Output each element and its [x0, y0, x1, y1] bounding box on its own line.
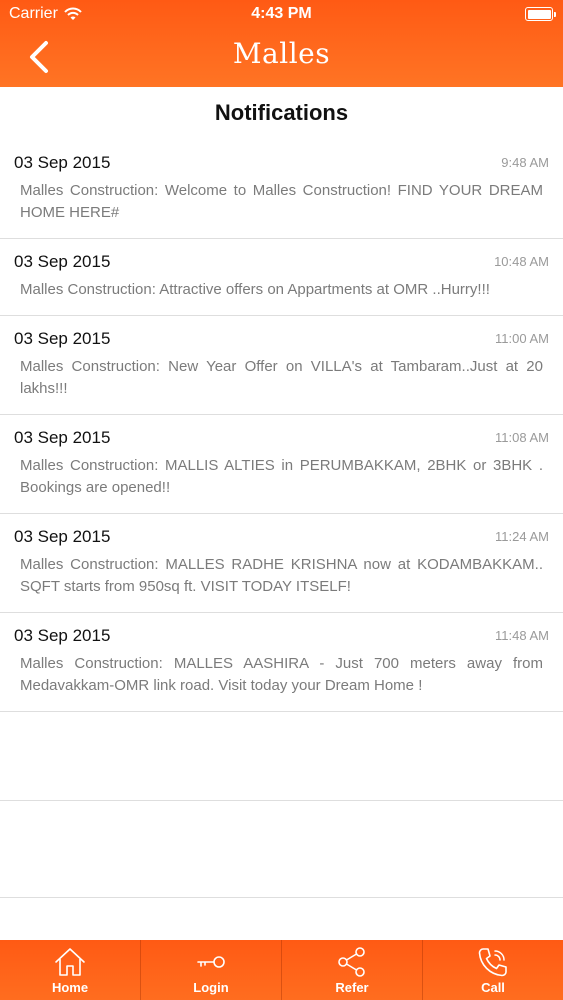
bottom-tab-bar: Home Login Refer Call: [0, 940, 563, 1000]
notification-message: Malles Construction: MALLIS ALTIES in PE…: [20, 457, 543, 496]
notification-time: 11:08 AM: [495, 430, 549, 445]
key-icon: [197, 956, 225, 968]
empty-row-divider: [0, 800, 563, 801]
tab-call[interactable]: Call: [422, 940, 563, 1000]
notification-date: 03 Sep 2015: [14, 527, 111, 546]
notification-date: 03 Sep 2015: [14, 626, 111, 645]
notification-message: Malles Construction: MALLES RADHE KRISHN…: [20, 556, 543, 595]
notification-message: Malles Construction: Welcome to Malles C…: [20, 182, 543, 221]
top-bar: Carrier 4:43 PM Malles: [0, 0, 563, 87]
tab-refer-label: Refer: [335, 980, 369, 995]
nav-title: Malles: [232, 37, 331, 70]
tab-home-label: Home: [51, 980, 89, 995]
notification-item[interactable]: 03 Sep 2015 11:48 AM Malles Construction…: [0, 613, 563, 712]
tab-call-label: Call: [481, 980, 505, 995]
notification-item[interactable]: 03 Sep 2015 11:08 AM Malles Construction…: [0, 415, 563, 514]
share-icon: [338, 947, 365, 977]
battery-icon: [525, 7, 556, 21]
notification-time: 11:48 AM: [495, 628, 549, 643]
tab-home[interactable]: Home: [0, 940, 140, 1000]
tab-login[interactable]: Login: [140, 940, 281, 1000]
notification-date: 03 Sep 2015: [14, 428, 111, 447]
notification-item[interactable]: 03 Sep 2015 9:48 AM Malles Construction:…: [0, 140, 563, 239]
status-bar: Carrier 4:43 PM: [0, 0, 563, 28]
notification-item[interactable]: 03 Sep 2015 11:24 AM Malles Construction…: [0, 514, 563, 613]
notification-date: 03 Sep 2015: [14, 329, 111, 348]
empty-row-divider: [0, 897, 563, 898]
notification-message: Malles Construction: Attractive offers o…: [20, 281, 490, 298]
notification-date: 03 Sep 2015: [14, 252, 111, 271]
phone-icon: [478, 948, 507, 977]
notification-time: 11:00 AM: [495, 331, 549, 346]
notification-list: 03 Sep 2015 9:48 AM Malles Construction:…: [0, 140, 563, 712]
notification-item[interactable]: 03 Sep 2015 10:48 AM Malles Construction…: [0, 239, 563, 316]
notification-time: 9:48 AM: [501, 155, 549, 170]
status-time: 4:43 PM: [251, 5, 312, 22]
notification-message: Malles Construction: New Year Offer on V…: [20, 358, 543, 397]
tab-login-label: Login: [193, 980, 229, 995]
page-heading: Notifications: [214, 100, 349, 125]
notification-message: Malles Construction: MALLES AASHIRA - Ju…: [20, 655, 543, 694]
notification-item[interactable]: 03 Sep 2015 11:00 AM Malles Construction…: [0, 316, 563, 415]
notification-date: 03 Sep 2015: [14, 153, 111, 172]
tab-refer[interactable]: Refer: [281, 940, 422, 1000]
notification-time: 10:48 AM: [494, 254, 549, 269]
notification-time: 11:24 AM: [495, 529, 549, 544]
home-icon: [55, 948, 85, 976]
